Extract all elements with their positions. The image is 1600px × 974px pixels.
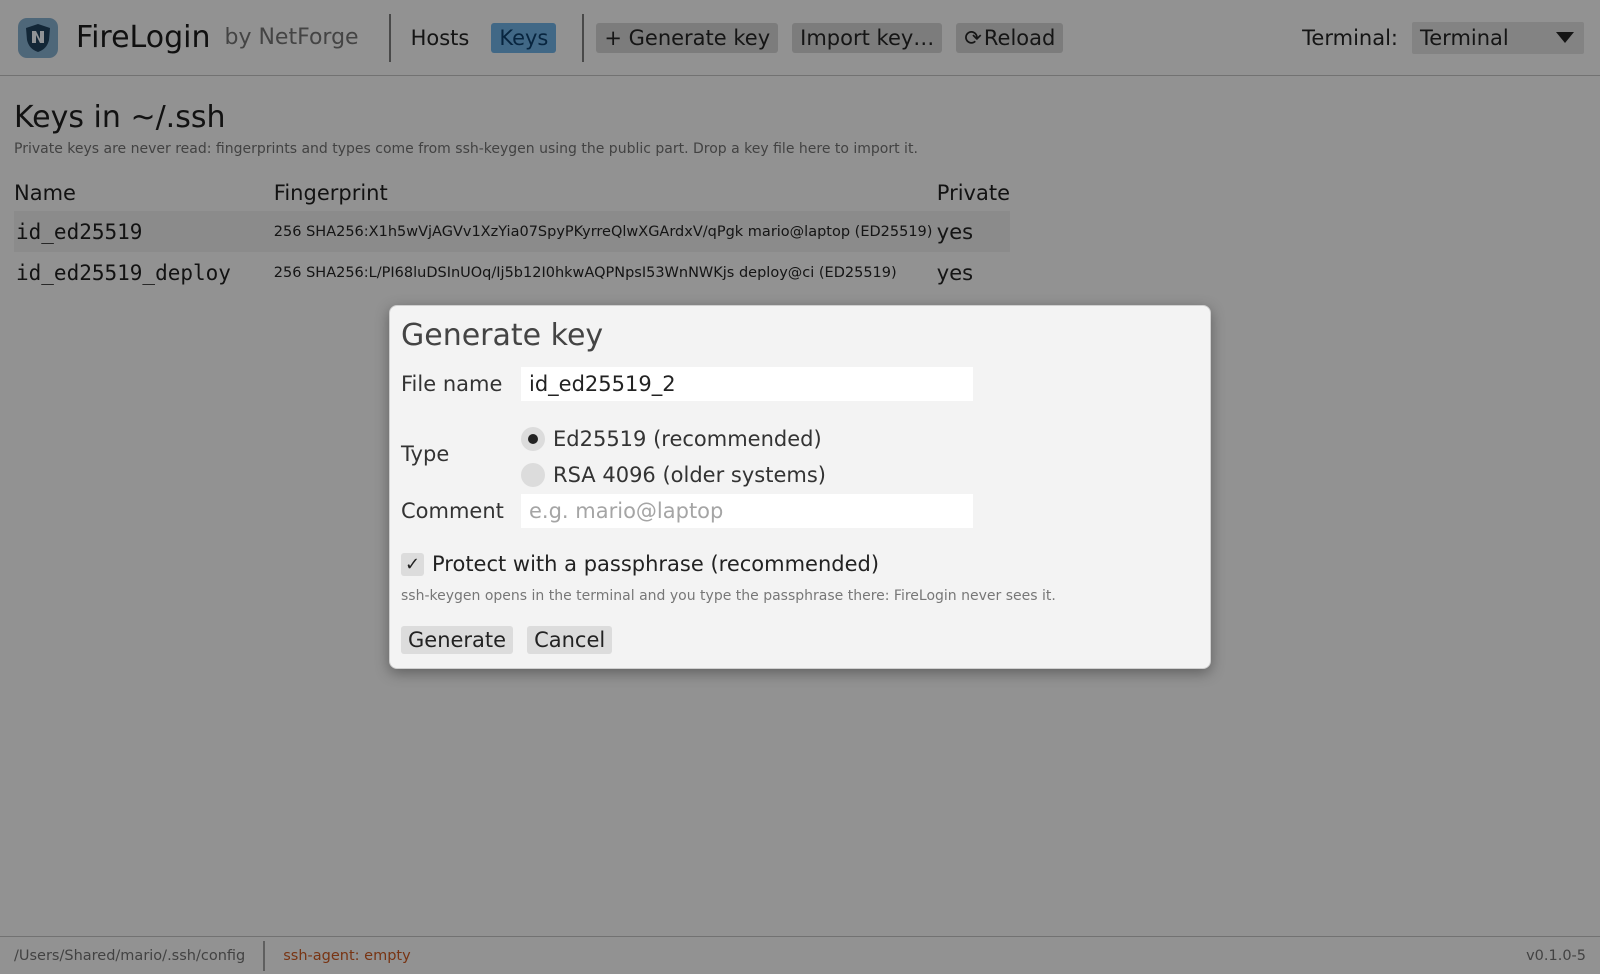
dialog-title: Generate key [401, 318, 604, 353]
checkmark-icon: ✓ [404, 553, 421, 575]
radio-button[interactable] [521, 463, 545, 487]
radio-label: RSA 4096 (older systems) [553, 463, 826, 487]
passphrase-label: Protect with a passphrase (recommended) [432, 552, 880, 576]
file-name-input[interactable] [521, 367, 973, 401]
comment-row: Comment [401, 494, 973, 528]
key-type-radio-group: Ed25519 (recommended) RSA 4096 (older sy… [521, 421, 826, 493]
radio-selected-dot [528, 434, 538, 444]
radio-rsa4096[interactable]: RSA 4096 (older systems) [521, 457, 826, 493]
dialog-actions: Generate Cancel [401, 626, 626, 654]
file-name-label: File name [401, 372, 503, 396]
cancel-button[interactable]: Cancel [527, 626, 613, 654]
radio-ed25519[interactable]: Ed25519 (recommended) [521, 421, 826, 457]
radio-label: Ed25519 (recommended) [553, 427, 822, 451]
passphrase-hint: ssh-keygen opens in the terminal and you… [401, 588, 1056, 604]
type-label: Type [401, 442, 450, 466]
passphrase-option[interactable]: ✓ Protect with a passphrase (recommended… [401, 552, 879, 576]
passphrase-checkbox[interactable]: ✓ [401, 552, 424, 576]
generate-button[interactable]: Generate [401, 626, 514, 654]
generate-key-dialog: Generate key File name Type Ed25519 (rec… [389, 305, 1211, 669]
file-name-row: File name [401, 367, 973, 401]
comment-label: Comment [401, 499, 504, 523]
radio-button[interactable] [521, 427, 545, 451]
comment-input[interactable] [521, 494, 973, 528]
